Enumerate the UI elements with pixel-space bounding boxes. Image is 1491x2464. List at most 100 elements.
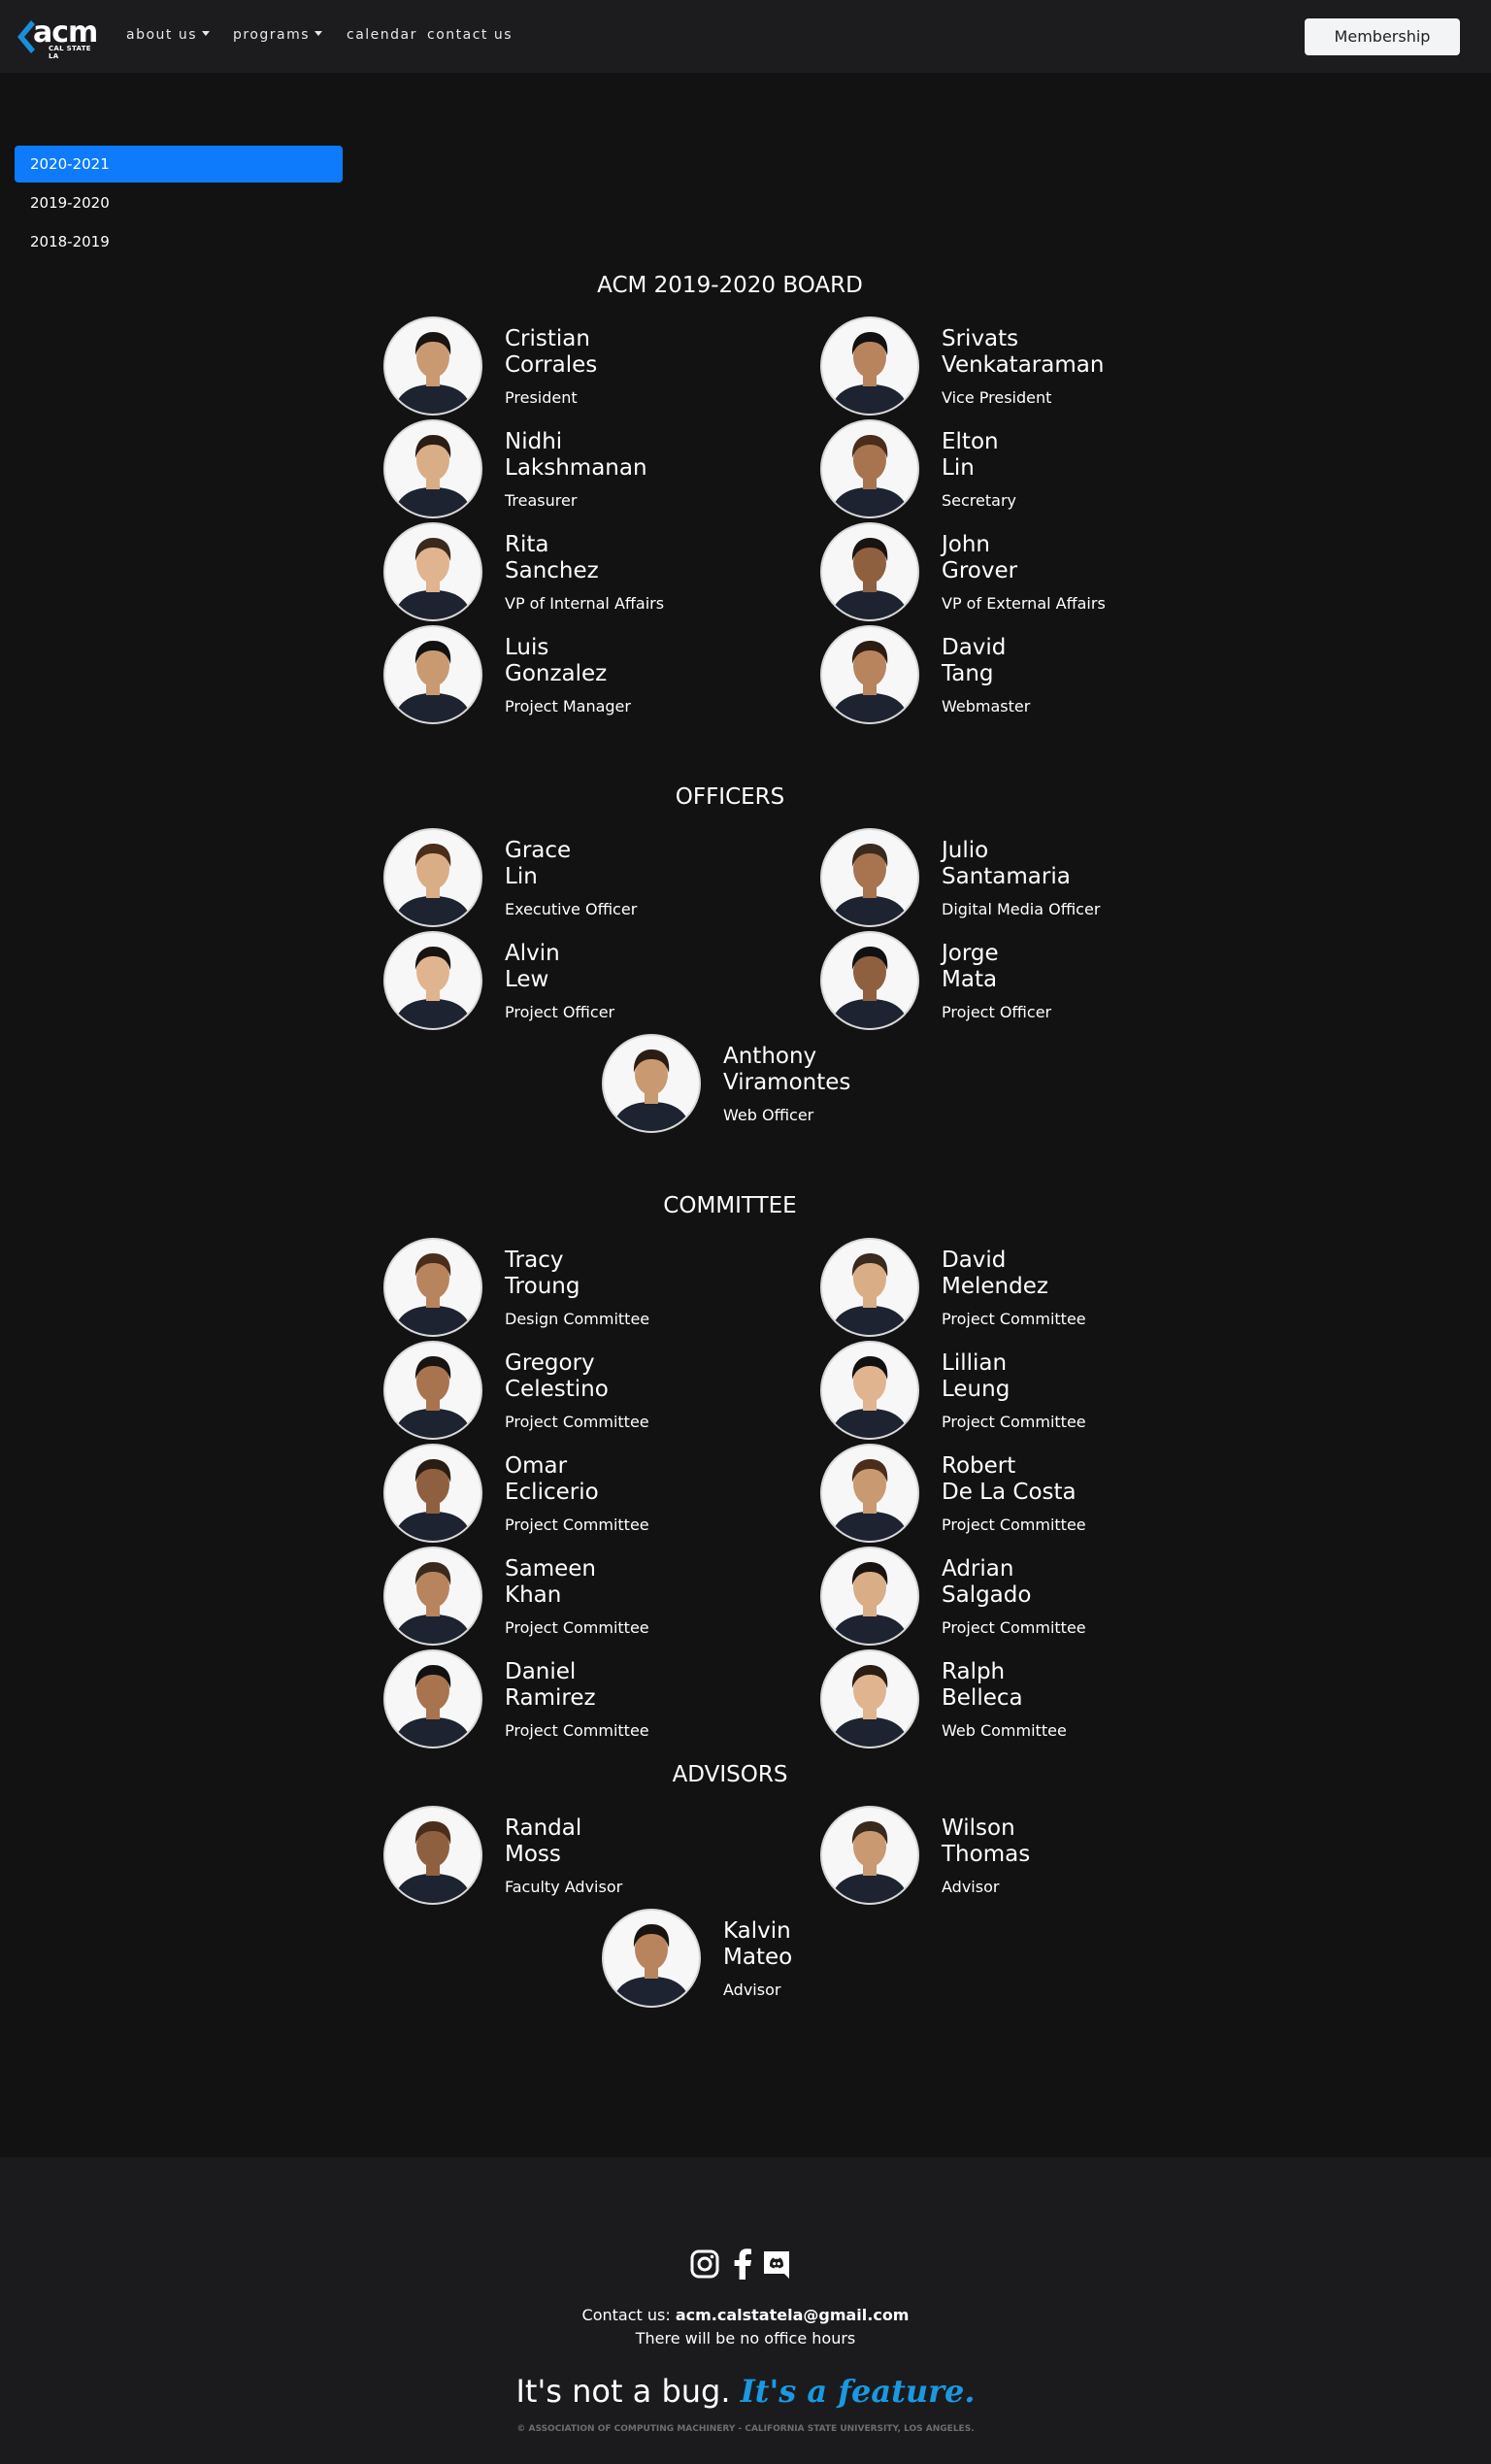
member-name: Alvin Lew [505, 941, 560, 993]
member-role: Vice President [942, 388, 1052, 407]
member-role: Project Officer [505, 1003, 615, 1021]
member-name: Luis Gonzalez [505, 635, 607, 687]
member-photo [383, 1341, 482, 1440]
member-role: Webmaster [942, 697, 1031, 716]
member-role: Design Committee [505, 1310, 650, 1328]
member-first-name: Luis [505, 635, 549, 660]
member-first-name: Sameen [505, 1556, 596, 1582]
office-hours-note: There will be no office hours [635, 2329, 856, 2347]
member-name: Ralph Belleca [942, 1659, 1023, 1712]
member-photo [820, 419, 919, 518]
member-photo [383, 1238, 482, 1337]
member-card: Julio Santamaria Digital Media Officer [820, 828, 1228, 927]
member-name: David Melendez [942, 1248, 1048, 1300]
member-photo [820, 1444, 919, 1543]
caret-down-icon [202, 31, 211, 36]
contact-email-link[interactable]: acm.calstatela@gmail.com [676, 2306, 910, 2324]
member-last-name: Gonzalez [505, 661, 608, 686]
member-card: Rita Sanchez VP of Internal Affairs [383, 522, 791, 621]
nav-programs[interactable]: programs [233, 26, 323, 44]
member-first-name: Omar [505, 1453, 568, 1479]
member-role: Project Committee [942, 1515, 1086, 1534]
nav-programs-label: programs [233, 27, 311, 43]
member-last-name: Venkataraman [942, 352, 1105, 378]
member-last-name: Corrales [505, 352, 598, 378]
member-role: Project Committee [942, 1618, 1086, 1637]
nav-about-us[interactable]: about us [126, 26, 211, 44]
member-card: David Tang Webmaster [820, 625, 1228, 724]
member-card: Nidhi Lakshmanan Treasurer [383, 419, 791, 518]
membership-button[interactable]: Membership [1305, 18, 1460, 55]
member-name: Julio Santamaria [942, 838, 1071, 890]
member-role: Project Committee [505, 1515, 649, 1534]
member-card: Wilson Thomas Advisor [820, 1806, 1228, 1905]
member-last-name: Ramirez [505, 1685, 596, 1711]
member-last-name: De La Costa [942, 1480, 1077, 1505]
logo-subtext: CAL STATE LA [49, 45, 91, 60]
member-photo [820, 1806, 919, 1905]
instagram-icon[interactable] [689, 2248, 720, 2280]
section-title-acm-2019-2020-board: ACM 2019-2020 BOARD [597, 273, 863, 298]
member-card: Sameen Khan Project Committee [383, 1547, 791, 1646]
tagline-accent: It's a feature. [740, 2373, 976, 2410]
member-last-name: Mata [942, 967, 998, 992]
member-card: Alvin Lew Project Officer [383, 931, 791, 1030]
member-role: Project Officer [942, 1003, 1052, 1021]
member-name: Omar Eclicerio [505, 1453, 599, 1506]
member-card: Adrian Salgado Project Committee [820, 1547, 1228, 1646]
discord-icon[interactable] [761, 2248, 792, 2280]
member-first-name: Julio [942, 838, 989, 863]
member-card: Tracy Troung Design Committee [383, 1238, 791, 1337]
copyright-text: © ASSOCIATION OF COMPUTING MACHINERY - C… [516, 2424, 975, 2434]
member-name: Nidhi Lakshmanan [505, 429, 647, 482]
year-tab-2018-2019[interactable]: 2018-2019 [15, 223, 343, 260]
member-first-name: Grace [505, 838, 572, 863]
member-first-name: Anthony [723, 1044, 817, 1069]
member-role: Advisor [942, 1878, 1000, 1896]
member-first-name: Cristian [505, 326, 590, 351]
member-role: Project Committee [505, 1618, 649, 1637]
member-first-name: Kalvin [723, 1918, 791, 1944]
member-first-name: Nidhi [505, 429, 563, 454]
member-role: VP of Internal Affairs [505, 594, 665, 613]
year-tab-2019-2020[interactable]: 2019-2020 [15, 184, 343, 221]
contact-prefix: Contact us: [581, 2306, 671, 2324]
member-first-name: John [942, 532, 991, 557]
member-last-name: Belleca [942, 1685, 1023, 1711]
contact-line: Contact us: acm.calstatela@gmail.com [0, 2306, 1491, 2324]
acm-logo[interactable]: acm CAL STATE LA [16, 17, 98, 60]
member-card: Jorge Mata Project Officer [820, 931, 1228, 1030]
caret-down-icon [315, 31, 323, 36]
member-name: Randal Moss [505, 1815, 581, 1868]
member-first-name: Robert [942, 1453, 1016, 1479]
member-name: Tracy Troung [505, 1248, 580, 1300]
member-photo [820, 1649, 919, 1748]
member-name: Elton Lin [942, 429, 999, 482]
member-first-name: David [942, 1248, 1007, 1273]
member-first-name: Jorge [942, 941, 999, 966]
nav-calendar[interactable]: calendar [347, 26, 417, 44]
member-last-name: Lakshmanan [505, 455, 647, 481]
member-card: Srivats Venkataraman Vice President [820, 316, 1228, 416]
member-last-name: Moss [505, 1842, 561, 1867]
member-last-name: Viramontes [723, 1070, 851, 1095]
member-name: John Grover [942, 532, 1017, 584]
year-tab-2020-2021[interactable]: 2020-2021 [15, 146, 343, 183]
member-name: Adrian Salgado [942, 1556, 1031, 1609]
member-photo [820, 316, 919, 416]
member-role: Advisor [723, 1981, 781, 1999]
nav-contact-us[interactable]: contact us [427, 26, 513, 44]
member-card: Omar Eclicerio Project Committee [383, 1444, 791, 1543]
member-card: Gregory Celestino Project Committee [383, 1341, 791, 1440]
member-name: Lillian Leung [942, 1350, 1010, 1403]
member-name: Sameen Khan [505, 1556, 596, 1609]
member-role: Project Committee [505, 1721, 649, 1740]
member-photo [383, 931, 482, 1030]
facebook-icon[interactable] [728, 2248, 759, 2280]
member-role: Secretary [942, 491, 1016, 510]
member-name: Cristian Corrales [505, 326, 597, 379]
member-name: Srivats Venkataraman [942, 326, 1104, 379]
member-name: Robert De La Costa [942, 1453, 1077, 1506]
member-last-name: Santamaria [942, 864, 1071, 889]
member-role: Project Committee [942, 1413, 1086, 1431]
